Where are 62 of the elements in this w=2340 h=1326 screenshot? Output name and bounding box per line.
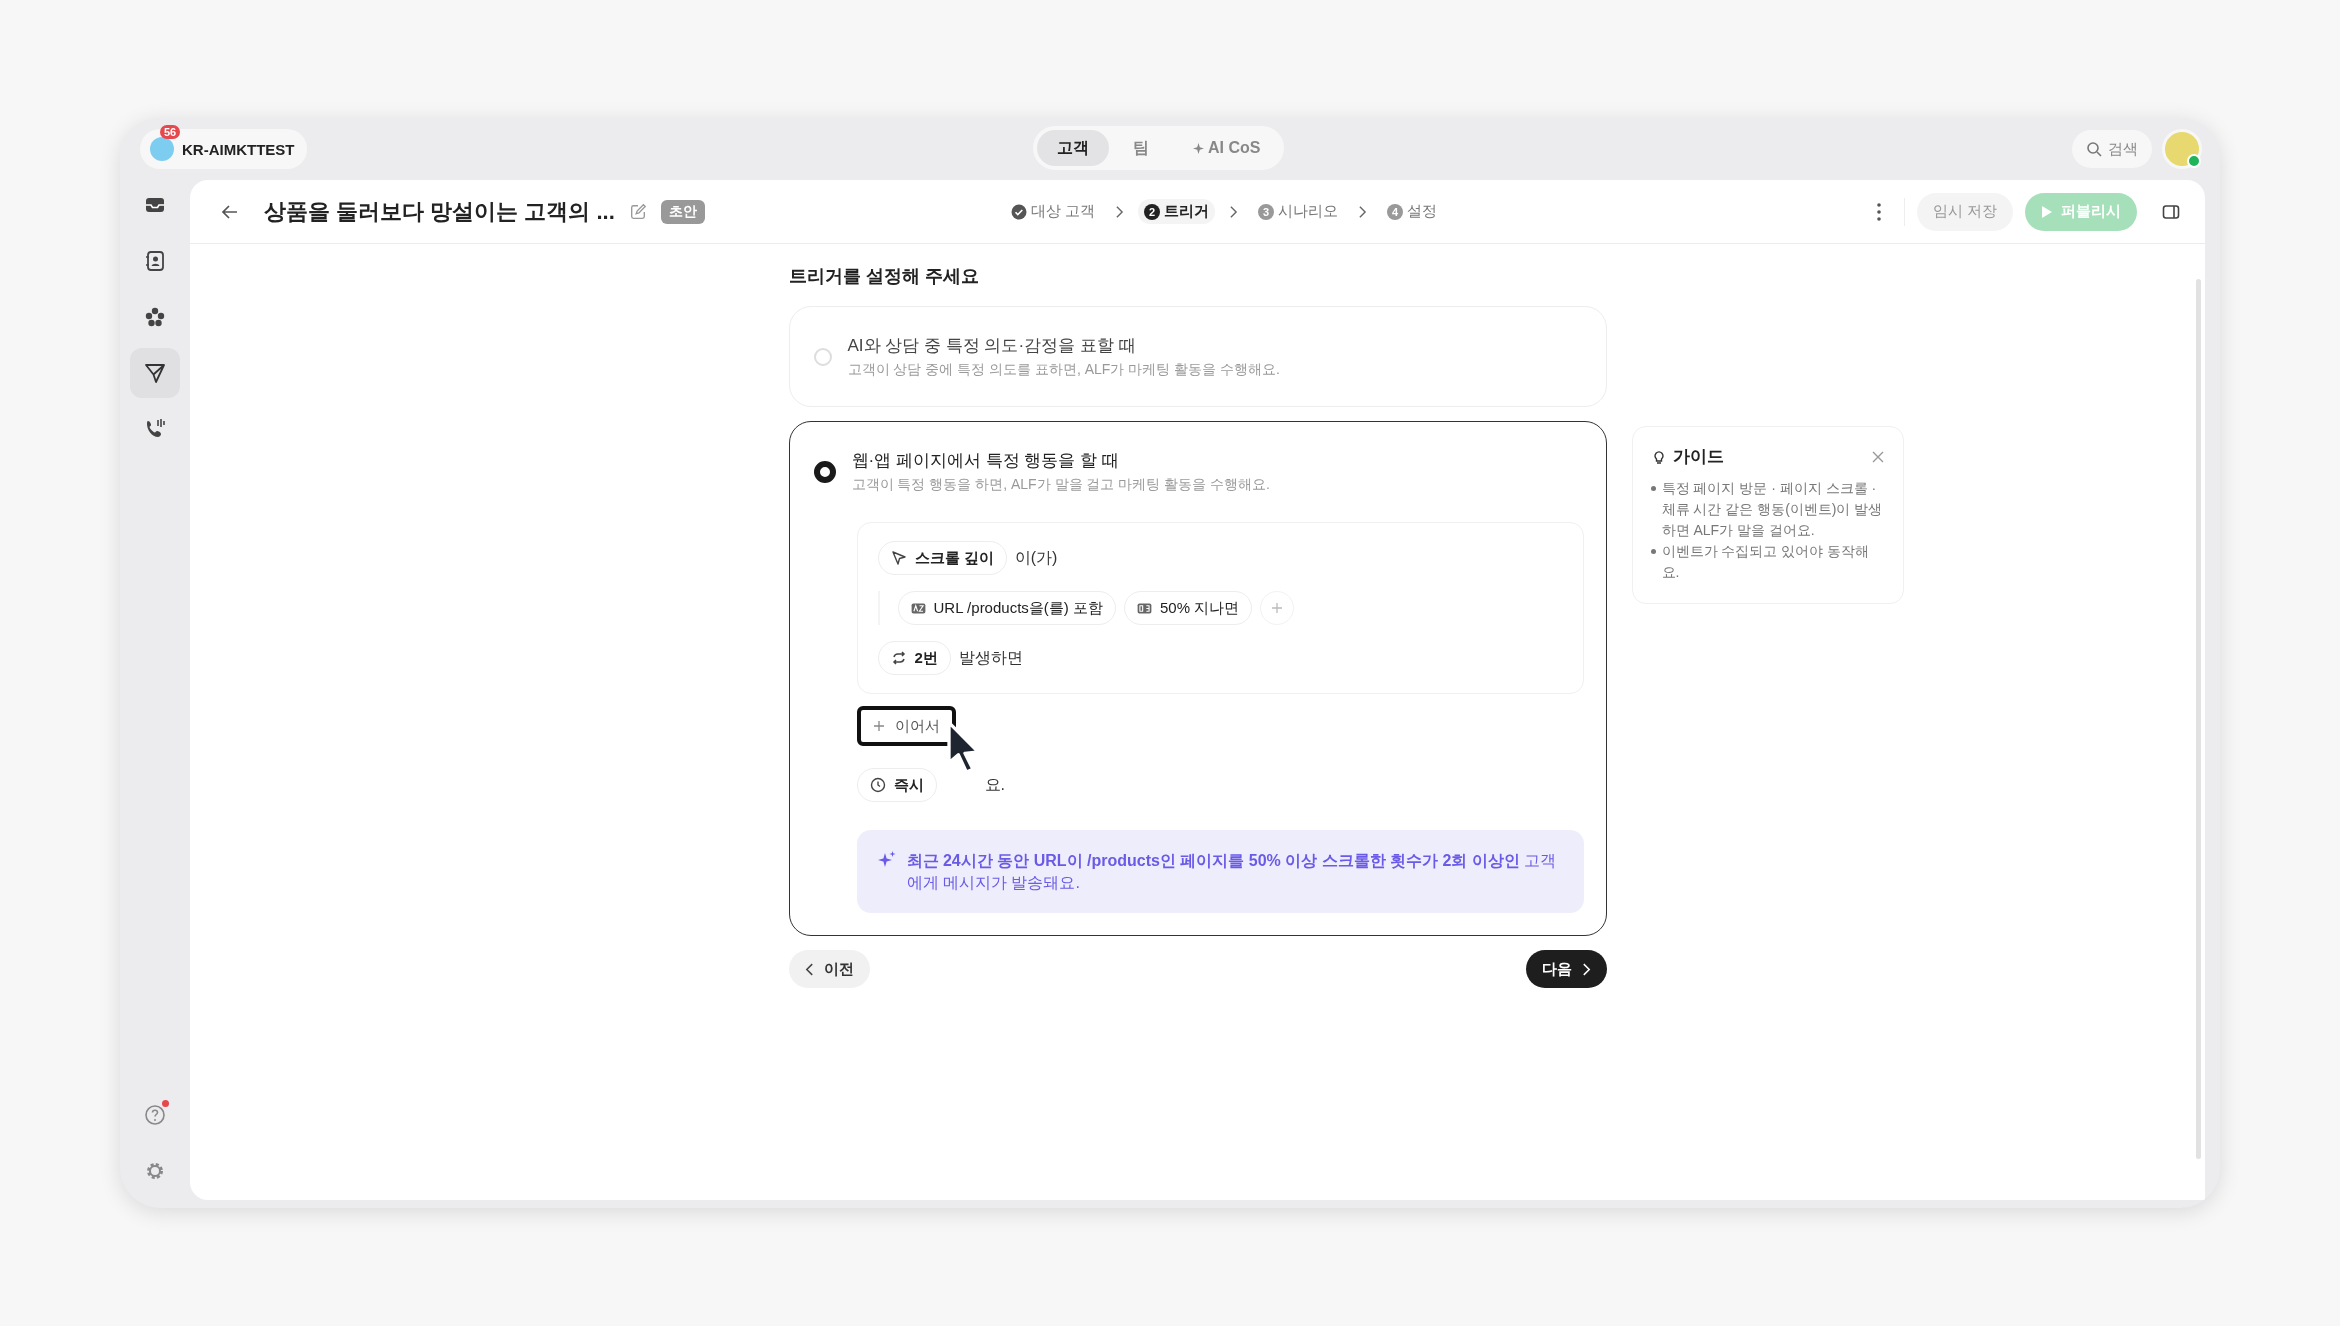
pointer-icon — [890, 550, 907, 566]
previous-button[interactable]: 이전 — [788, 950, 870, 989]
step-item[interactable]: 2 트리거 — [1138, 199, 1216, 224]
play-icon — [2041, 204, 2053, 219]
tab[interactable]: 고객 — [1037, 130, 1109, 166]
option-description: 고객이 상담 중에 특정 의도를 표하면, ALF가 마케팅 활동을 수행해요. — [847, 361, 1280, 379]
more-icon[interactable] — [1875, 201, 1882, 222]
chevron-right-icon — [1358, 204, 1368, 219]
contact-book-icon — [143, 249, 167, 273]
step-item[interactable]: 3 시나리오 — [1252, 199, 1345, 224]
send-icon — [143, 361, 167, 385]
workspace-name: KR-AIMKTTEST — [182, 140, 295, 158]
count-chip[interactable]: 2번 — [877, 641, 951, 675]
bullet-icon — [1650, 486, 1656, 491]
chevron-right-icon — [1229, 204, 1239, 219]
flower-icon — [143, 305, 167, 329]
next-button[interactable]: 다음 — [1525, 950, 1607, 989]
guide-title: 가이드 — [1672, 446, 1724, 468]
option-title: 웹·앱 페이지에서 특정 행동을 할 때 — [851, 450, 1120, 472]
count-suffix: 발생하면 — [958, 647, 1023, 668]
event-suffix: 이(가) — [1014, 547, 1058, 568]
section-title: 트리거를 설정해 주세요 — [788, 265, 980, 288]
sparkle-icon — [1193, 142, 1204, 154]
help-icon — [143, 1103, 167, 1127]
repeat-icon — [890, 650, 907, 666]
scrollbar[interactable] — [2196, 279, 2201, 1159]
filter-chip[interactable]: URL /products을(를) 포함 — [897, 591, 1116, 625]
close-icon[interactable] — [1870, 449, 1885, 464]
sidebar-item[interactable] — [130, 348, 180, 398]
page-title: 상품을 둘러보다 망설이는 고객의 ... — [264, 197, 615, 226]
chevron-right-icon — [1115, 204, 1125, 219]
option-title: AI와 상담 중 특정 의도·감정을 표할 때 — [847, 335, 1137, 357]
option-description: 고객이 특정 행동을 하면, ALF가 말을 걸고 마케팅 활동을 수행해요. — [851, 476, 1270, 494]
clock-icon — [869, 777, 886, 793]
guide-text: 이벤트가 수집되고 있어야 동작해요. — [1661, 542, 1871, 582]
notification-dot — [162, 1100, 169, 1107]
user-avatar[interactable] — [2162, 129, 2202, 169]
plus-icon — [872, 720, 885, 732]
option-card[interactable]: AI와 상담 중 특정 의도·감정을 표할 때 고객이 상담 중에 특정 의도를 표하면, ALF가 마케팅 활동을 수행해요. — [788, 306, 1607, 407]
summary-text: 최근 24시간 동안 URL이 /products인 페이지를 50% 이상 스크롤한 횟수가 2회 이상인 고객에게 메시지가 발송돼요. — [906, 851, 1558, 893]
timing-suffix: 요. — [983, 774, 1005, 795]
text-type-icon — [910, 602, 926, 614]
check-circle-icon — [1011, 203, 1027, 220]
chevron-right-icon — [1581, 961, 1591, 977]
plus-icon — [1271, 602, 1284, 614]
workspace-avatar-icon — [150, 137, 174, 161]
notification-count: 56 — [160, 125, 181, 139]
edit-icon[interactable] — [628, 202, 647, 221]
step-item[interactable]: 4 설정 — [1381, 199, 1444, 224]
guide-text: 특정 페이지 방문 · 페이지 스크롤 · 체류 시간 같은 행동(이벤트)이 발생하면 ALF가 말을 걸어요. — [1661, 479, 1884, 540]
timing-chip[interactable]: 즉시 — [856, 768, 937, 802]
status-tag: 초안 — [660, 199, 705, 224]
event-chip[interactable]: 스크롤 깊이 — [877, 541, 1007, 575]
chevron-left-icon — [804, 961, 814, 977]
search-icon — [2086, 141, 2102, 157]
add-step-button[interactable]: 이어서 — [856, 706, 956, 746]
step-item[interactable]: 대상 고객 — [1005, 199, 1102, 224]
filter-chip[interactable]: 50% 지나면 — [1124, 591, 1253, 625]
number-type-icon — [1137, 602, 1152, 614]
radio-button[interactable] — [813, 460, 836, 483]
bullet-icon — [1650, 549, 1656, 554]
option-card[interactable]: 웹·앱 페이지에서 특정 행동을 할 때 고객이 특정 행동을 하면, ALF가 말을 걸고 마케팅 활동을 수행해요. 스크롤 깊이 이(가) URL /products을(를) 포함 50% 지나면 2번 발생하면 이어서 즉시 요. 최근 24시간 동안 URL이 /products인 페이지를 50% 이상 스크롤한 횟수가 2회 이상인 고객에게 메시지가 발송돼요. — [788, 421, 1607, 937]
